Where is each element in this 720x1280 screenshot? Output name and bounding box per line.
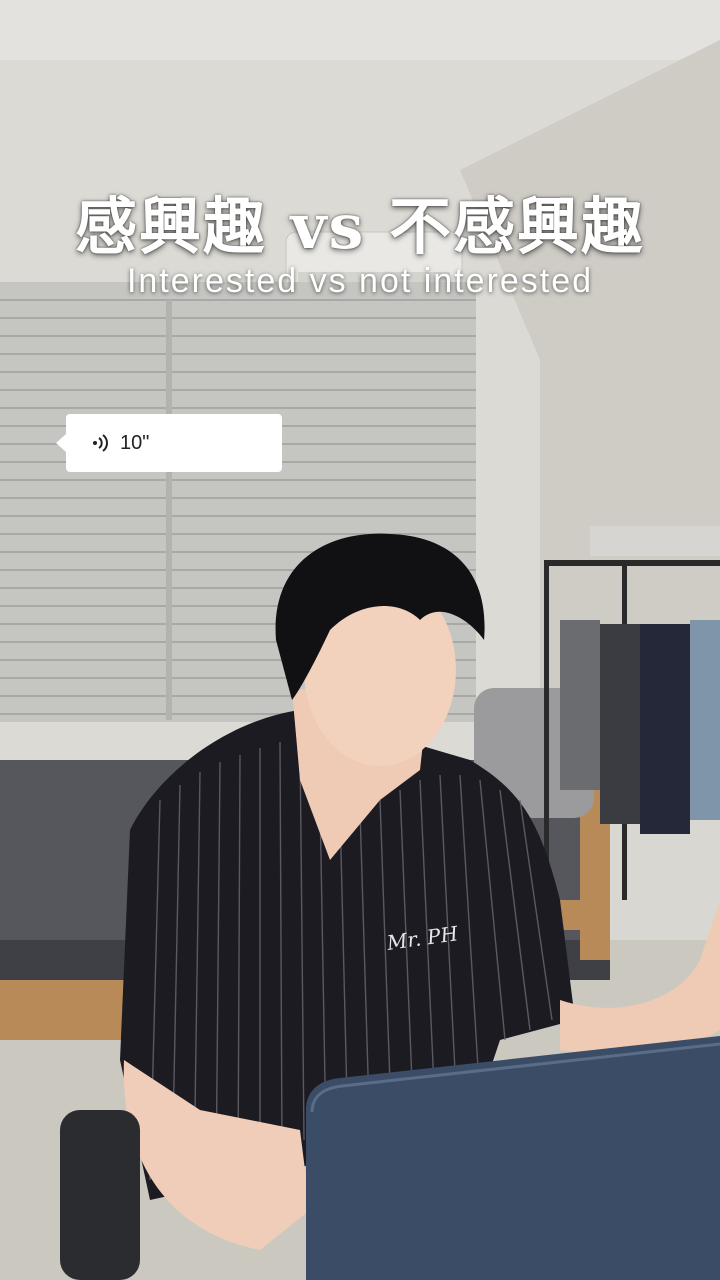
- voice-wave-icon: [93, 434, 108, 452]
- chair: [60, 1110, 140, 1280]
- video-subtitle-overlay: Interested vs not interested: [126, 262, 594, 300]
- voice-message-duration: 10": [120, 431, 150, 454]
- video-title-overlay: 感興趣 vs 不感興趣: [74, 190, 646, 263]
- voice-message-bubble[interactable]: 10": [56, 414, 282, 472]
